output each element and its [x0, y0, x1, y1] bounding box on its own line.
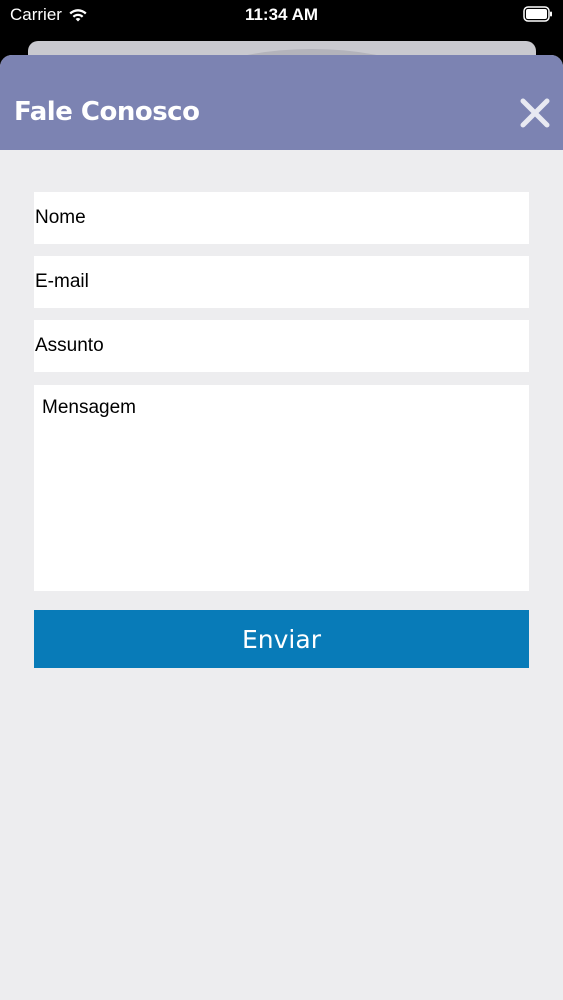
name-placeholder: Nome — [35, 207, 86, 228]
contact-modal: Fale Conosco Nome E-mail Assunto Mensage… — [0, 55, 563, 1000]
message-textarea[interactable]: Mensagem — [34, 385, 529, 591]
message-placeholder: Mensagem — [42, 397, 136, 418]
modal-header: Fale Conosco — [0, 55, 563, 150]
send-button[interactable]: Enviar — [34, 610, 529, 668]
email-field[interactable]: E-mail — [34, 256, 529, 308]
name-field[interactable]: Nome — [34, 192, 529, 244]
close-icon — [520, 98, 550, 128]
battery-icon — [523, 6, 553, 22]
modal-title: Fale Conosco — [14, 97, 200, 127]
app-screen: Carrier 11:34 AM Fale Conosco Nome E-mai… — [0, 0, 563, 1000]
close-button[interactable] — [517, 95, 553, 131]
subject-field[interactable]: Assunto — [34, 320, 529, 372]
subject-placeholder: Assunto — [35, 335, 104, 356]
email-placeholder: E-mail — [35, 271, 89, 292]
status-bar: Carrier 11:34 AM — [0, 0, 563, 30]
status-time: 11:34 AM — [244, 5, 319, 24]
send-button-label: Enviar — [242, 624, 321, 654]
